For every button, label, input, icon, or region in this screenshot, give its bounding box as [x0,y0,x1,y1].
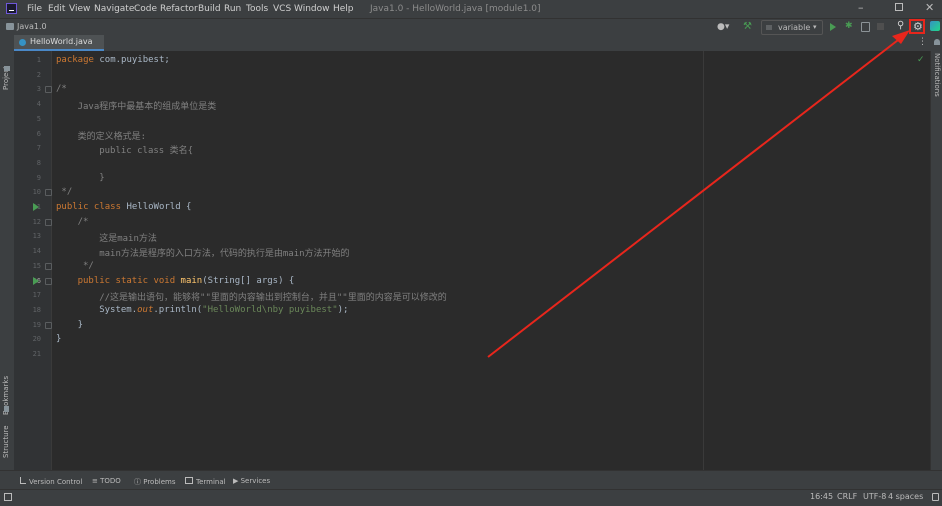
annotation-arrow-line [487,36,903,358]
annotation-arrow [487,30,910,358]
